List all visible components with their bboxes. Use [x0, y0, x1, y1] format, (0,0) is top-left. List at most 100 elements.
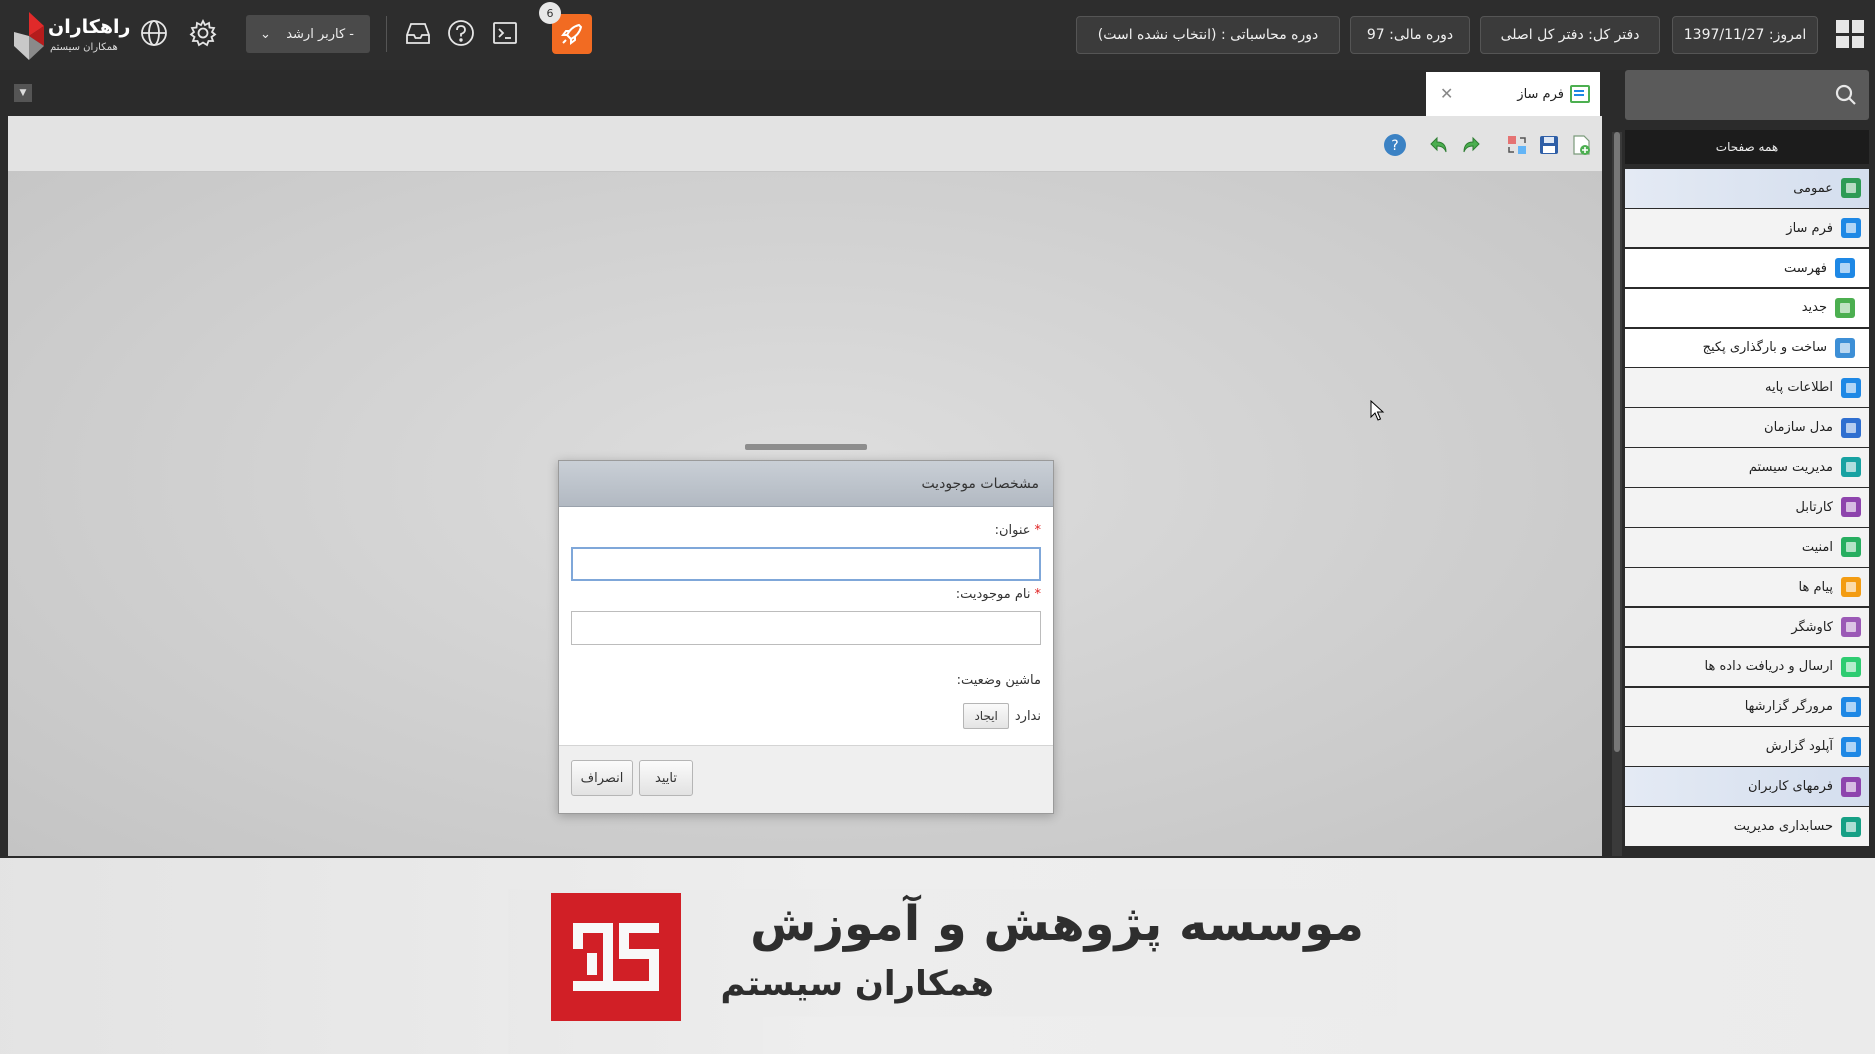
- system-management-icon: [1841, 457, 1861, 478]
- save-icon[interactable]: [1536, 132, 1562, 158]
- drag-handle[interactable]: [745, 444, 867, 450]
- dialog-header[interactable]: مشخصات موجودیت: [559, 461, 1053, 507]
- sidebar-item-label: امنیت: [1801, 539, 1833, 555]
- sidebar-item[interactable]: جدید: [1625, 288, 1869, 328]
- sidebar-item[interactable]: حسابداری مدیریت: [1625, 807, 1869, 846]
- dialog-title: مشخصات موجودیت: [921, 475, 1039, 492]
- new-page-icon[interactable]: [1568, 132, 1594, 158]
- user-dropdown[interactable]: ⌄ کاربر ارشد -: [246, 15, 370, 53]
- apps-grid-icon[interactable]: [1836, 20, 1864, 48]
- sidebar-item[interactable]: ارسال و دریافت داده ها: [1625, 647, 1869, 687]
- sidebar-item[interactable]: اطلاعات پایه: [1625, 368, 1869, 407]
- scrollbar-thumb[interactable]: [1614, 132, 1620, 752]
- data-transfer-icon: [1841, 656, 1861, 677]
- design-canvas[interactable]: مشخصات موجودیت *عنوان: *نام موجودیت: ماش…: [8, 172, 1602, 856]
- sidebar-item-label: فرم ساز: [1786, 220, 1833, 236]
- info-icon: [1841, 377, 1861, 398]
- cancel-button[interactable]: انصراف: [571, 760, 633, 796]
- organization-icon: [1841, 417, 1861, 438]
- sidebar-item-label: کارتابل: [1795, 499, 1833, 515]
- ledger-selector[interactable]: دفتر کل: دفتر کل اصلی: [1480, 16, 1660, 54]
- messages-icon: [1841, 577, 1861, 598]
- institute-logo: [551, 893, 681, 1021]
- tab-form-builder[interactable]: ✕ فرم ساز: [1426, 72, 1600, 116]
- sidebar-item[interactable]: امنیت: [1625, 528, 1869, 567]
- sidebar-item-label: ارسال و دریافت داده ها: [1704, 659, 1833, 675]
- title-field-label: *عنوان:: [994, 523, 1042, 538]
- create-state-machine-button[interactable]: ایجاد: [963, 703, 1009, 729]
- terminal-icon[interactable]: [488, 16, 522, 50]
- app-logo[interactable]: راهکاران همکاران سیستم: [14, 10, 130, 62]
- sidebar-item-label: مدیریت سیستم: [1748, 459, 1833, 475]
- workspace-scrollbar[interactable]: [1612, 132, 1622, 856]
- svg-text:?: ?: [1391, 138, 1398, 154]
- top-bar: راهکاران همکاران سیستم ⌄ کاربر ارشد - 6 …: [0, 0, 1875, 70]
- report-upload-icon: [1841, 736, 1861, 757]
- rahkaran-logo-icon: [14, 12, 44, 60]
- sidebar-item-label: جدید: [1801, 300, 1827, 316]
- sidebar-menu: عمومی فرم ساز فهرست جدید ساخت و بارگذاری پکی…: [1625, 169, 1869, 847]
- entity-name-input[interactable]: [571, 611, 1041, 645]
- search-icon[interactable]: [1835, 84, 1857, 106]
- redo-icon[interactable]: [1458, 132, 1484, 158]
- sidebar-item-label: فرمهای کاربران: [1748, 779, 1833, 795]
- hamkaran-logo-icon: [573, 923, 659, 991]
- help-icon[interactable]: ?: [1382, 132, 1408, 158]
- sidebar-item[interactable]: فهرست: [1625, 248, 1869, 288]
- inbox-icon[interactable]: [401, 16, 435, 50]
- sidebar-item-label: حسابداری مدیریت: [1733, 819, 1833, 834]
- package-icon: [1835, 337, 1855, 358]
- sidebar-item[interactable]: کاوشگر: [1625, 607, 1869, 647]
- new-form-icon: [1835, 297, 1855, 318]
- user-forms-icon: [1841, 776, 1861, 797]
- banner-title: موسسه پژوهش و آموزش: [750, 896, 1364, 952]
- sidebar-item[interactable]: مدل سازمان: [1625, 408, 1869, 447]
- form-builder-icon: [1841, 218, 1861, 239]
- mouse-cursor-icon: [1370, 400, 1385, 421]
- help-icon[interactable]: [444, 16, 478, 50]
- banner-subtitle: همکاران سیستم: [720, 964, 994, 1004]
- sidebar-item-label: پیام ها: [1798, 579, 1834, 595]
- required-asterisk: *: [1034, 523, 1042, 538]
- dialog-footer: تایید انصراف: [559, 745, 1053, 813]
- sidebar-item-label: ساخت و بارگذاری پکیج: [1702, 340, 1827, 356]
- logo-title: راهکاران: [48, 16, 131, 38]
- user-dropdown-label: کاربر ارشد -: [286, 26, 354, 42]
- sidebar-item[interactable]: مدیریت سیستم: [1625, 448, 1869, 487]
- state-machine-row: ندارد ایجاد: [963, 703, 1041, 729]
- all-pages-header[interactable]: همه صفحات: [1625, 130, 1869, 164]
- list-icon: [1835, 258, 1855, 279]
- title-input[interactable]: [571, 547, 1041, 581]
- accounting-period-selector[interactable]: دوره محاسباتی : (انتخاب نشده است): [1076, 16, 1340, 54]
- sidebar-item[interactable]: فرمهای کاربران: [1625, 767, 1869, 806]
- language-globe-icon[interactable]: [137, 16, 171, 50]
- cartable-icon: [1841, 497, 1861, 518]
- logo-subtitle: همکاران سیستم: [50, 42, 118, 53]
- sidebar-item[interactable]: عمومی: [1625, 169, 1869, 208]
- sidebar-item[interactable]: کارتابل: [1625, 488, 1869, 527]
- ok-button[interactable]: تایید: [639, 760, 693, 796]
- sidebar-item[interactable]: مرورگر گزارشها: [1625, 687, 1869, 727]
- sidebar-item-label: اطلاعات پایه: [1765, 380, 1833, 396]
- collapse-arrow-icon[interactable]: ▼: [14, 84, 32, 102]
- sidebar-item[interactable]: ساخت و بارگذاری پکیج: [1625, 328, 1869, 368]
- settings-gear-icon[interactable]: [186, 16, 220, 50]
- swap-icon[interactable]: [1504, 132, 1530, 158]
- close-icon[interactable]: ✕: [1440, 84, 1453, 103]
- sidebar-item[interactable]: پیام ها: [1625, 567, 1869, 607]
- fiscal-year-selector[interactable]: دوره مالی: 97: [1350, 16, 1470, 54]
- sidebar-search-input[interactable]: [1625, 70, 1869, 120]
- sidebar-item-label: فهرست: [1783, 260, 1827, 276]
- sidebar-item[interactable]: فرم ساز: [1625, 208, 1869, 248]
- sidebar-item[interactable]: آپلود گزارش: [1625, 727, 1869, 766]
- undo-icon[interactable]: [1426, 132, 1452, 158]
- tab-bar: ▼ ✕ فرم ساز: [0, 70, 1612, 116]
- tab-label: فرم ساز: [1517, 86, 1564, 102]
- management-accounting-icon: [1841, 816, 1861, 837]
- form-builder-icon: [1570, 85, 1590, 103]
- sidebar-item-label: مدل سازمان: [1764, 420, 1833, 436]
- current-date[interactable]: امروز: 1397/11/27: [1672, 16, 1818, 54]
- entity-properties-dialog: مشخصات موجودیت *عنوان: *نام موجودیت: ماش…: [558, 460, 1054, 814]
- sidebar-item-label: مرورگر گزارشها: [1744, 699, 1833, 715]
- required-asterisk: *: [1034, 587, 1042, 602]
